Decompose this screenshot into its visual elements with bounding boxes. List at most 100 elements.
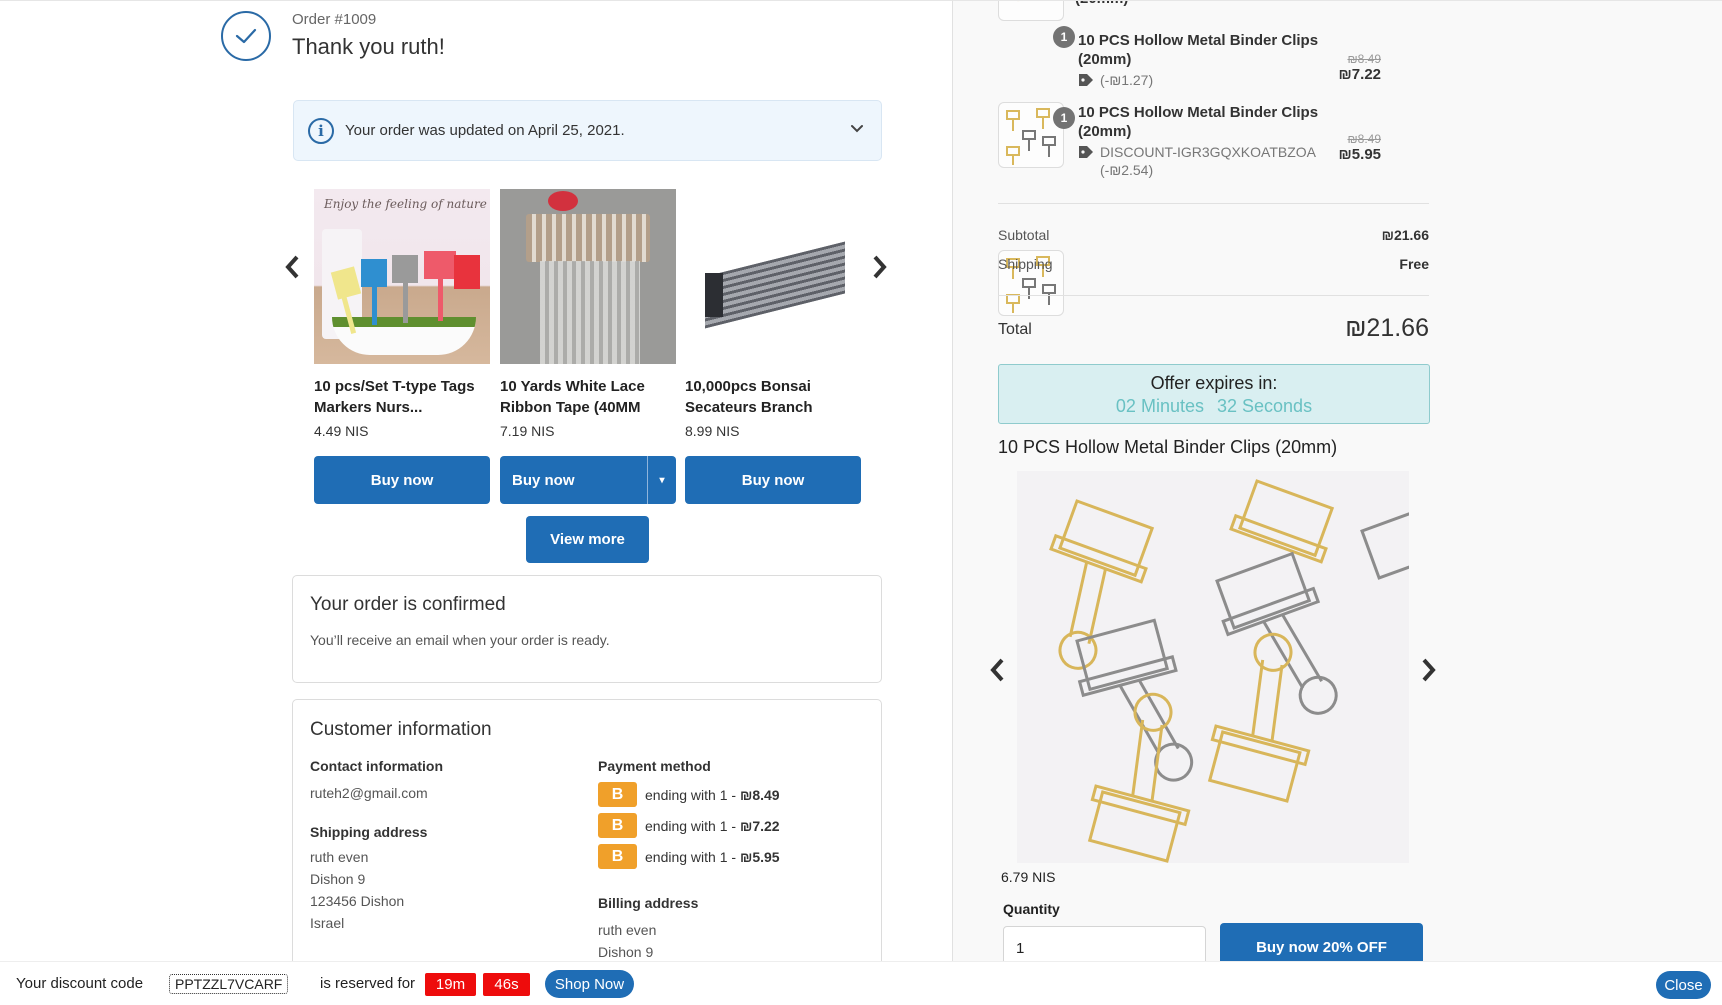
chevron-left-icon [990, 658, 1004, 682]
chevron-left-icon [285, 255, 299, 279]
order-updated-notice[interactable]: i Your order was updated on April 25, 20… [293, 100, 882, 161]
image-prev-button[interactable] [986, 655, 1008, 685]
payment-brand-icon: B [598, 813, 637, 838]
item-title: 10 PCS Hollow Metal Binder Clips (20mm) [1078, 32, 1319, 68]
discount-prefix: Your discount code [16, 975, 144, 992]
buy-now-button[interactable]: Buy now [685, 456, 861, 504]
total-label: Total [998, 321, 1032, 338]
tag-icon [1079, 146, 1093, 158]
close-button[interactable]: Close [1656, 971, 1711, 999]
item-discount: DISCOUNT-IGR3GQXKOATBZOA (-₪2.54) [1078, 143, 1328, 179]
customer-information-card: Customer information Contact information… [292, 699, 882, 961]
minutes-timer: 19m [425, 973, 476, 996]
image-caption: Enjoy the feeling of nature [324, 197, 487, 211]
offer-product-title: 10 PCS Hollow Metal Binder Clips (20mm) [998, 437, 1338, 457]
shipping-label: Shipping address [310, 824, 428, 840]
product-image-lace-ribbon[interactable] [500, 189, 676, 364]
address-line: Dishon 9 [598, 944, 654, 960]
buy-now-split-button: Buy now ▾ [500, 456, 676, 504]
summary-item: 10 PCS Hollow Metal Binder Clips (20mm) … [1078, 103, 1328, 179]
chevron-down-icon[interactable] [847, 119, 867, 139]
info-icon: i [308, 117, 334, 144]
quantity-input[interactable] [1003, 926, 1206, 961]
discount-code-bar: Your discount code PPTZZL7VCARF is reser… [0, 961, 1722, 1005]
offer-label: Offer expires in: [1150, 373, 1278, 393]
divider [998, 295, 1429, 296]
original-price: ₪8.49 [1347, 132, 1381, 146]
carousel-next-button[interactable] [869, 252, 891, 282]
discounted-price: ₪5.95 [1338, 146, 1381, 163]
discount-code[interactable]: PPTZZL7VCARF [169, 974, 289, 994]
buy-now-discount-button[interactable]: Buy now 20% OFF [1220, 923, 1423, 961]
quantity-badge: 1 [1053, 26, 1075, 48]
item-thumbnail [998, 1, 1064, 21]
buy-now-button[interactable]: Buy now [500, 456, 647, 504]
product-title[interactable]: 10 pcs/Set T-type Tags Markers Nurs... [314, 376, 490, 418]
item-discount: (-₪1.27) [1078, 71, 1328, 89]
payment-label: Payment method [598, 758, 711, 774]
address-line: Dishon 9 [310, 871, 366, 887]
product-card: 10,000pcs Bonsai Secateurs Branch 8.99 N… [685, 189, 861, 439]
address-line: ruth even [310, 849, 369, 865]
image-next-button[interactable] [1418, 655, 1440, 685]
order-summary-sidebar: (20mm) 1 10 PCS Hollow Metal Binder Clip… [952, 0, 1722, 961]
buy-now-button[interactable]: Buy now [314, 456, 490, 504]
seconds-timer: 46s [483, 973, 530, 996]
shipping-value: Free [1399, 256, 1429, 272]
address-line: Israel [310, 915, 345, 931]
check-circle-icon [221, 11, 271, 61]
address-line: 123456 Dishon [310, 893, 405, 909]
divider [998, 203, 1429, 204]
customer-info-title: Customer information [310, 719, 492, 740]
contact-section: Contact information ruteh2@gmail.com Shi… [310, 758, 580, 934]
order-number: Order #1009 [292, 11, 377, 28]
notice-text: Your order was updated on April 25, 2021… [345, 122, 625, 139]
payment-amount: ₪8.49 [739, 786, 780, 803]
shipping-label: Shipping [998, 256, 1053, 272]
summary-item: 10 PCS Hollow Metal Binder Clips (20mm) … [1078, 31, 1328, 89]
total-value: ₪21.66 [1345, 314, 1429, 342]
tag-icon [1079, 74, 1093, 86]
offer-countdown: Offer expires in: 02 Minutes 32 Seconds [998, 364, 1430, 424]
payment-amount: ₪5.95 [739, 848, 780, 865]
product-price: 8.99 NIS [685, 423, 740, 439]
product-title[interactable]: 10 Yards White Lace Ribbon Tape (40MM [500, 376, 676, 418]
product-card: 10 Yards White Lace Ribbon Tape (40MM 7.… [500, 189, 676, 439]
shop-now-button[interactable]: Shop Now [545, 970, 634, 998]
quantity-label: Quantity [1003, 901, 1060, 917]
confirmed-title: Your order is confirmed [310, 594, 506, 615]
order-confirmed-card: Your order is confirmed You’ll receive a… [292, 575, 882, 683]
product-title[interactable]: 10,000pcs Bonsai Secateurs Branch [685, 376, 861, 418]
item-title-partial: (20mm) [1075, 1, 1128, 8]
item-price: ₪8.49 ₪5.95 [1293, 132, 1381, 163]
carousel-prev-button[interactable] [281, 252, 303, 282]
view-more-button[interactable]: View more [526, 516, 649, 563]
product-image-plant-tags[interactable]: Enjoy the feeling of nature [314, 189, 490, 364]
offer-seconds: 32 Seconds [1217, 396, 1313, 416]
offer-minutes: 02 Minutes [1115, 396, 1204, 416]
payment-row: B ending with 1 - ₪8.49 [598, 779, 868, 810]
subtotal-value: ₪21.66 [1381, 227, 1429, 243]
offer-product-image[interactable] [1017, 471, 1409, 863]
item-price: ₪8.49 ₪7.22 [1293, 52, 1381, 83]
payment-amount: ₪7.22 [739, 817, 780, 834]
confirmed-text: You’ll receive an email when your order … [310, 632, 610, 648]
payment-row: B ending with 1 - ₪7.22 [598, 810, 868, 841]
chevron-right-icon [873, 255, 887, 279]
variant-dropdown-icon[interactable]: ▾ [647, 456, 676, 504]
subtotal-label: Subtotal [998, 227, 1050, 243]
payment-text: ending with 1 - ₪5.95 [645, 848, 780, 865]
product-image-staples[interactable] [685, 189, 861, 364]
item-title: 10 PCS Hollow Metal Binder Clips (20mm) [1078, 104, 1319, 140]
chevron-right-icon [1422, 658, 1436, 682]
payment-row: B ending with 1 - ₪5.95 [598, 841, 868, 872]
payment-text: ending with 1 - ₪7.22 [645, 817, 780, 834]
binder-clips-image [1049, 479, 1409, 863]
product-price: 4.49 NIS [314, 423, 369, 439]
order-status-main: Order #1009 Thank you ruth! i Your order… [0, 0, 952, 961]
billing-address: ruth even Dishon 9 [598, 919, 868, 961]
product-price: 7.19 NIS [500, 423, 555, 439]
quantity-badge: 1 [1053, 107, 1075, 129]
contact-email: ruteh2@gmail.com [310, 785, 428, 801]
page-title: Thank you ruth! [292, 34, 445, 59]
